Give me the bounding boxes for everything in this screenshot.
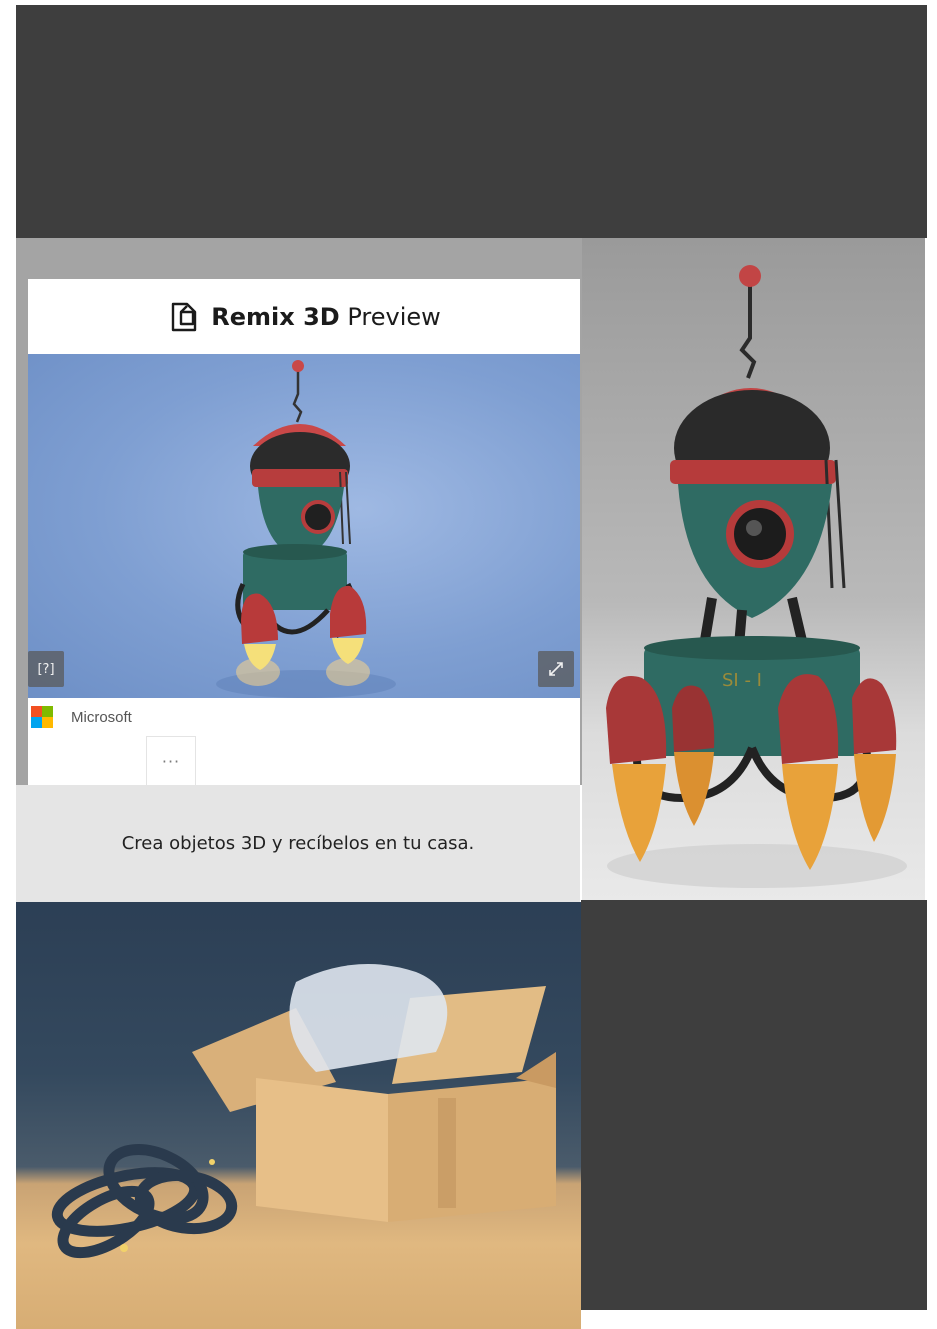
remix-brand: Remix 3D [211,302,340,331]
caption-text: Crea objetos 3D y recíbelos en tu casa. [121,833,475,854]
remix-card: Remix 3D Preview [?] Microsoft ··· [28,279,580,785]
top-banner [16,5,927,238]
more-dots: ··· [161,751,181,771]
expand-icon [549,662,563,676]
model-viewer[interactable]: [?] [28,354,580,698]
view-in-ar-button[interactable]: [?] [28,651,64,687]
bottom-right-panel [581,900,927,1310]
remix-title: Remix 3D Preview [211,303,441,331]
microsoft-logo-icon [31,706,53,728]
delivery-box-photo [16,902,581,1329]
rocket-label: SI - I [722,670,762,691]
more-options-button[interactable]: ··· [146,736,196,785]
rocket-render-panel: SI - I [582,238,925,900]
ar-label: [?] [37,661,55,677]
remix-preview-label: Preview [347,302,441,331]
expand-button[interactable] [538,651,574,687]
box-and-model-photo [51,964,556,1259]
publisher-row[interactable]: Microsoft [28,700,580,734]
rocket-model-large: SI - I [606,265,907,888]
remix-3d-logo-icon [172,302,197,331]
caption-box: Crea objetos 3D y recíbelos en tu casa. [16,785,580,902]
rocket-model-small [216,360,396,698]
publisher-name[interactable]: Microsoft [71,709,132,726]
remix-header: Remix 3D Preview [28,279,580,354]
